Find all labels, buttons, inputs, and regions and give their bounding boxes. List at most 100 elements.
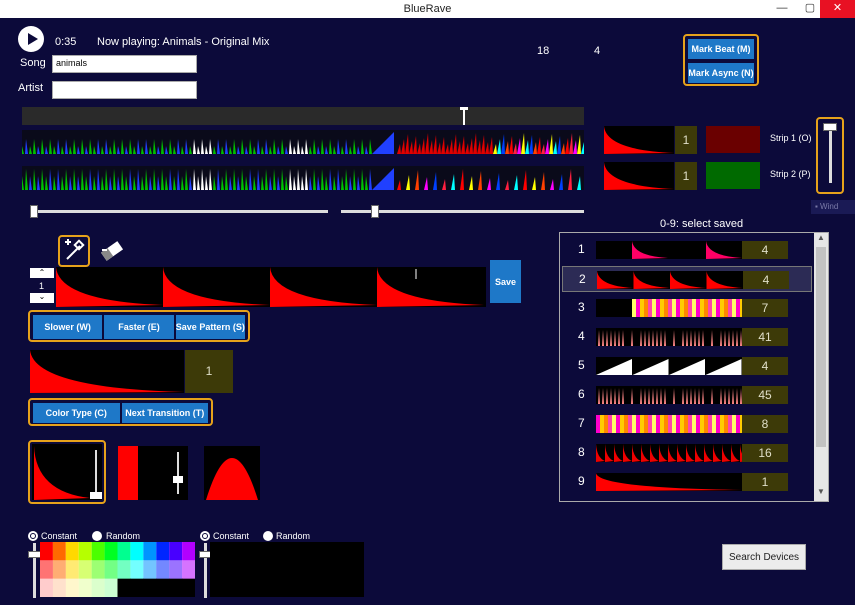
chevron-down-icon: ⌄: [38, 292, 46, 301]
saved-pattern-number: 1: [578, 242, 585, 256]
speed-button-group: Slower (W) Faster (E) Save Pattern (S): [28, 310, 250, 342]
saved-pattern-row[interactable]: 37: [562, 295, 812, 321]
play-button[interactable]: [18, 26, 44, 52]
strip2-color[interactable]: [706, 162, 760, 189]
strip1-color[interactable]: [706, 126, 760, 153]
saved-patterns-list[interactable]: 1 4 2 4 3 7 4 41 5 4 6 45 7 8 8 16 9 1 ▲ ▼: [559, 232, 829, 502]
saved-pattern-preview: [596, 473, 742, 491]
brightness-thumb[interactable]: [823, 123, 837, 131]
shape-decay-option[interactable]: [28, 440, 106, 504]
eraser-tool-button[interactable]: [96, 235, 128, 267]
saved-pattern-preview: [596, 328, 742, 346]
current-pattern-count: 1: [185, 350, 233, 393]
current-pattern-preview: [30, 350, 184, 393]
saved-pattern-number: 3: [578, 300, 585, 314]
stepper-up-button[interactable]: ⌃: [30, 268, 54, 278]
maximize-button[interactable]: ▢: [800, 0, 820, 18]
seek-bar[interactable]: [22, 107, 584, 125]
artist-label: Artist: [18, 82, 44, 94]
brightness-slider[interactable]: [816, 117, 844, 194]
saved-pattern-count: 41: [742, 328, 788, 346]
saved-pattern-count: 4: [742, 241, 788, 259]
saved-pattern-preview: [596, 386, 742, 404]
strip2-count: 1: [675, 162, 697, 190]
saved-pattern-preview: [596, 299, 742, 317]
right-random-radio[interactable]: [263, 531, 273, 541]
save-pattern-button[interactable]: Save Pattern (S): [174, 314, 246, 340]
pencil-icon: [65, 239, 85, 260]
saved-pattern-row[interactable]: 91: [562, 469, 812, 495]
beat-waveform-2[interactable]: [22, 166, 584, 190]
saved-pattern-row[interactable]: 14: [562, 237, 812, 263]
window-title: BlueRave: [403, 3, 452, 15]
stepper-down-button[interactable]: ⌄: [30, 293, 54, 303]
pencil-tool-button[interactable]: [58, 235, 90, 267]
right-color-area[interactable]: [210, 542, 364, 597]
saved-pattern-preview: [596, 444, 742, 462]
saved-pattern-count: 45: [742, 386, 788, 404]
saved-pattern-count: 8: [742, 415, 788, 433]
artist-input[interactable]: [52, 81, 197, 99]
song-input[interactable]: animals: [52, 55, 197, 73]
stepper-value: 1: [39, 281, 45, 291]
saved-pattern-number: 7: [578, 416, 585, 430]
next-transition-button[interactable]: Next Transition (T): [120, 402, 209, 424]
strip1-pattern-preview: [604, 126, 674, 154]
saved-pattern-row[interactable]: 78: [562, 411, 812, 437]
saved-pattern-row[interactable]: 6 45: [562, 382, 812, 408]
saved-pattern-row[interactable]: 24: [562, 266, 812, 292]
strip1-label: Strip 1 (O): [770, 133, 812, 143]
left-random-radio[interactable]: [92, 531, 102, 541]
saved-pattern-row[interactable]: 4 41: [562, 324, 812, 350]
saved-pattern-count: 4: [742, 357, 788, 375]
saved-pattern-count: 4: [743, 271, 789, 289]
right-random-label: Random: [276, 531, 311, 541]
saved-header: 0-9: select saved: [660, 218, 744, 230]
chevron-up-icon: ⌃: [38, 268, 46, 277]
shape-sine-option[interactable]: [204, 446, 260, 500]
scroll-down-icon[interactable]: ▼: [814, 487, 828, 501]
saved-pattern-number: 4: [578, 329, 585, 343]
saved-pattern-number: 5: [578, 358, 585, 372]
save-button[interactable]: Save: [489, 259, 522, 304]
slider-left-track[interactable]: [30, 210, 328, 213]
song-label: Song: [20, 57, 46, 69]
saved-pattern-count: 16: [742, 444, 788, 462]
left-constant-radio[interactable]: [28, 531, 38, 541]
saved-pattern-number: 2: [579, 272, 586, 286]
saved-pattern-row[interactable]: 54: [562, 353, 812, 379]
counter-a: 18: [537, 45, 550, 57]
search-devices-button[interactable]: Search Devices: [722, 544, 806, 570]
faster-button[interactable]: Faster (E): [103, 314, 175, 340]
strip2-pattern-preview: [604, 162, 674, 190]
slider-right-thumb[interactable]: [371, 205, 379, 218]
beat-waveform-1[interactable]: [22, 130, 584, 154]
scroll-thumb[interactable]: [816, 247, 826, 447]
shape-square-option[interactable]: [118, 446, 188, 500]
saved-scrollbar[interactable]: ▲ ▼: [814, 233, 828, 501]
strip1-count: 1: [675, 126, 697, 154]
saved-pattern-number: 6: [578, 387, 585, 401]
right-constant-radio[interactable]: [200, 531, 210, 541]
strip2-label: Strip 2 (P): [770, 169, 811, 179]
mark-async-button[interactable]: Mark Async (N): [687, 62, 755, 84]
brightness-track: [829, 127, 832, 183]
color-palette[interactable]: [40, 542, 195, 597]
eraser-icon: [100, 241, 124, 261]
color-type-button[interactable]: Color Type (C): [32, 402, 121, 424]
saved-pattern-row[interactable]: 8 16: [562, 440, 812, 466]
counter-b: 4: [594, 45, 601, 57]
mark-beat-button[interactable]: Mark Beat (M): [687, 38, 755, 60]
pattern-editor[interactable]: [56, 267, 486, 307]
minimize-button[interactable]: —: [772, 0, 792, 18]
slower-button[interactable]: Slower (W): [32, 314, 104, 340]
slider-left-thumb[interactable]: [30, 205, 38, 218]
close-button[interactable]: ✕: [820, 0, 855, 18]
scroll-up-icon[interactable]: ▲: [814, 233, 828, 247]
saved-pattern-preview: [596, 357, 742, 375]
seek-cursor-head: [460, 107, 468, 110]
hidden-tab[interactable]: ▪ Wind: [811, 200, 855, 214]
mark-button-group: Mark Beat (M) Mark Async (N): [683, 34, 759, 86]
saved-pattern-count: 1: [742, 473, 788, 491]
play-icon: [28, 33, 38, 45]
